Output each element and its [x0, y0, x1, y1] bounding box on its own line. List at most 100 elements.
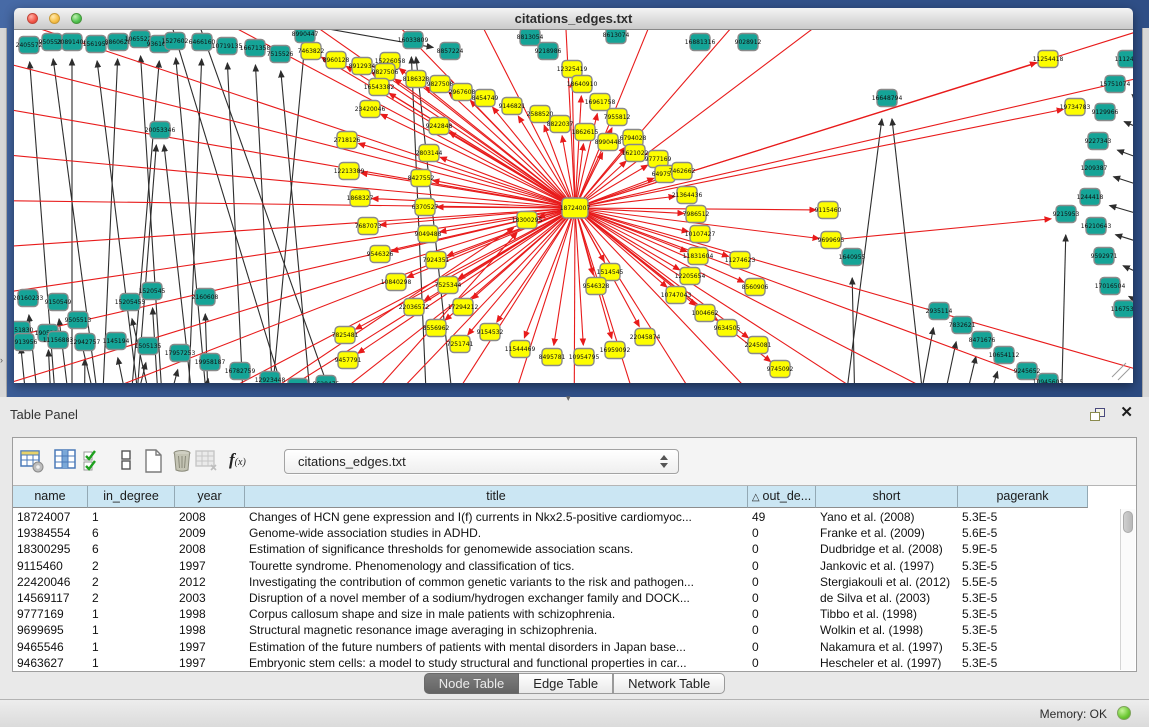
- network-node[interactable]: 17016504: [1095, 278, 1126, 295]
- table-row[interactable]: 911546021997Tourette syndrome. Phenomeno…: [13, 558, 1120, 574]
- table-row[interactable]: 1456911722003Disruption of a novel membe…: [13, 590, 1120, 606]
- tab-node-table[interactable]: Node Table: [424, 673, 520, 694]
- network-node[interactable]: 7525344: [435, 277, 462, 294]
- table-row[interactable]: 946362711997Embryonic stem cells: a mode…: [13, 655, 1120, 671]
- network-node[interactable]: 12213389: [334, 163, 365, 180]
- network-node[interactable]: 2245081: [745, 337, 772, 354]
- network-node[interactable]: 11254418: [1033, 51, 1064, 68]
- network-node[interactable]: 22045874: [630, 329, 661, 346]
- network-node[interactable]: 8556962: [423, 320, 450, 337]
- network-node[interactable]: 3913956: [14, 334, 38, 351]
- network-node[interactable]: 16959092: [600, 342, 631, 359]
- network-node[interactable]: 16782759: [225, 363, 256, 380]
- network-node[interactable]: 1527602: [162, 33, 189, 50]
- tab-network-table[interactable]: Network Table: [613, 673, 725, 694]
- network-node[interactable]: 1209387: [1081, 160, 1108, 177]
- network-node[interactable]: 9745092: [767, 361, 794, 378]
- table-row[interactable]: 1938455462009Genome-wide association stu…: [13, 525, 1120, 541]
- network-node[interactable]: 11274623: [725, 252, 756, 269]
- network-node[interactable]: 8990447: [292, 30, 319, 43]
- scrollbar-thumb[interactable]: [1123, 511, 1133, 533]
- network-node[interactable]: 15205455: [115, 294, 146, 311]
- network-node[interactable]: 6370527: [412, 199, 439, 216]
- network-node[interactable]: 1520545: [139, 283, 166, 300]
- network-node[interactable]: 10654112: [989, 347, 1020, 364]
- network-node[interactable]: 9028912: [735, 34, 762, 51]
- network-node[interactable]: 9505513: [65, 312, 92, 329]
- table-selector-dropdown[interactable]: citations_edges.txt: [284, 449, 679, 474]
- network-node[interactable]: 2803144: [416, 145, 443, 162]
- network-node[interactable]: 21364436: [672, 187, 703, 204]
- network-node[interactable]: 1167533: [1111, 301, 1133, 318]
- tab-edge-table[interactable]: Edge Table: [519, 673, 613, 694]
- new-column-icon[interactable]: [141, 448, 167, 474]
- close-icon[interactable]: ✕: [1120, 405, 1133, 420]
- network-node[interactable]: 8427552: [408, 170, 435, 187]
- network-node[interactable]: 8471676: [969, 332, 996, 349]
- network-node[interactable]: 9146821: [499, 98, 526, 115]
- row-height-icon[interactable]: [114, 448, 140, 474]
- column-header-year[interactable]: year: [175, 486, 245, 508]
- network-node[interactable]: 1505135: [135, 338, 162, 355]
- network-node[interactable]: 9546326: [367, 246, 394, 263]
- network-node[interactable]: 7924351: [423, 252, 450, 269]
- network-node[interactable]: 8990448: [595, 134, 622, 151]
- column-header-title[interactable]: title: [245, 486, 748, 508]
- network-node[interactable]: 7832621: [949, 317, 976, 334]
- network-node[interactable]: 11544469: [505, 341, 536, 358]
- column-header-name[interactable]: name: [13, 486, 88, 508]
- network-node[interactable]: 12942757: [70, 334, 101, 351]
- network-window-titlebar[interactable]: citations_edges.txt: [14, 8, 1133, 30]
- network-node[interactable]: 8495781: [539, 349, 566, 366]
- network-node[interactable]: 7463822: [298, 43, 325, 60]
- network-node[interactable]: 19734783: [1060, 99, 1091, 116]
- network-node[interactable]: 9628475: [313, 376, 340, 384]
- function-builder-icon[interactable]: f(x): [229, 450, 255, 476]
- network-node[interactable]: 7986512: [683, 206, 710, 223]
- network-node[interactable]: 7955812: [604, 109, 631, 126]
- network-node[interactable]: 8454749: [472, 90, 499, 107]
- network-node[interactable]: 9154532: [477, 324, 504, 341]
- network-node[interactable]: 9049488: [415, 226, 442, 243]
- network-node[interactable]: 9242848: [426, 118, 453, 135]
- network-node[interactable]: 10719135: [212, 38, 243, 55]
- delete-column-icon[interactable]: [169, 448, 195, 474]
- network-node[interactable]: 9245652: [1014, 363, 1041, 380]
- canvas-resize-grip[interactable]: [1112, 363, 1130, 380]
- network-node[interactable]: 1640955: [839, 249, 866, 266]
- network-node[interactable]: 10107427: [685, 226, 716, 243]
- network-node[interactable]: 2935114: [926, 303, 953, 320]
- network-node[interactable]: 1244418: [1077, 189, 1104, 206]
- network-node[interactable]: 10840298: [381, 274, 412, 291]
- column-header-out_de[interactable]: △out_de...: [748, 486, 816, 508]
- network-node[interactable]: 17294212: [448, 299, 479, 316]
- network-node[interactable]: 19958187: [195, 354, 226, 371]
- network-node[interactable]: 9115460: [815, 202, 842, 219]
- network-node[interactable]: 2718126: [334, 132, 361, 149]
- network-canvas[interactable]: 2405572950553220891406156195488606281065…: [14, 30, 1133, 383]
- network-node[interactable]: 10954795: [569, 349, 600, 366]
- network-node[interactable]: 1112405: [1115, 51, 1133, 68]
- network-node[interactable]: 8857224: [437, 43, 464, 60]
- network-node[interactable]: 9699695: [818, 232, 845, 249]
- splitter-handle-icon[interactable]: ▾: [566, 393, 571, 404]
- network-node[interactable]: 2160608: [192, 289, 219, 306]
- network-node[interactable]: 8822037: [547, 116, 574, 133]
- network-node[interactable]: 22036572: [399, 299, 430, 316]
- table-settings-icon[interactable]: [19, 448, 45, 474]
- network-node[interactable]: 9215953: [1053, 206, 1080, 223]
- vertical-scrollbar[interactable]: [1120, 509, 1135, 670]
- column-header-short[interactable]: short: [816, 486, 958, 508]
- network-node[interactable]: 7687073: [355, 218, 382, 235]
- table-row[interactable]: 946554611997Estimation of the future num…: [13, 639, 1120, 655]
- select-rows-icon[interactable]: [81, 448, 107, 474]
- network-node[interactable]: 7462662: [669, 163, 696, 180]
- show-columns-icon[interactable]: [53, 448, 79, 474]
- network-node[interactable]: 7825481: [332, 327, 359, 344]
- network-node[interactable]: 16648794: [872, 90, 903, 107]
- network-node[interactable]: 9546328: [583, 278, 610, 295]
- network-node[interactable]: 16210643: [1081, 218, 1112, 235]
- network-node[interactable]: 8613074: [603, 30, 630, 44]
- table-row[interactable]: 977716911998Corpus callosum shape and si…: [13, 606, 1120, 622]
- network-node[interactable]: 8560906: [742, 279, 769, 296]
